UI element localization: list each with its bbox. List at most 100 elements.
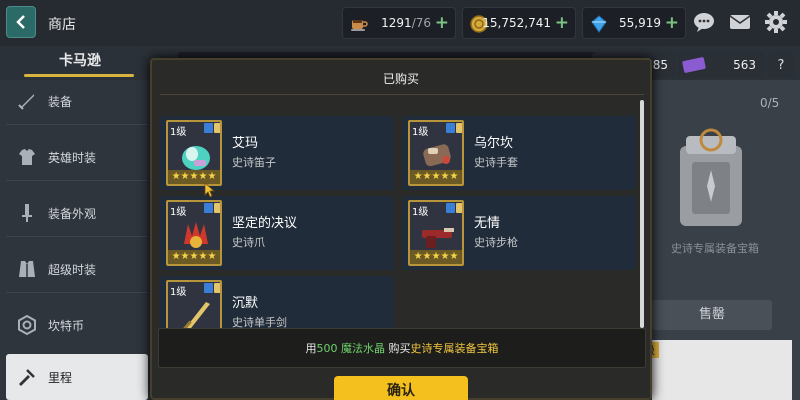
resource-stamina: 1291/76 +	[342, 7, 456, 39]
item-stars: ★★★★★	[410, 250, 462, 264]
right-pill-2: 563	[678, 52, 764, 78]
add-gold-button[interactable]: +	[555, 13, 569, 33]
item-card[interactable]: 1级 ★★★★★ 艾玛 史诗笛子	[160, 116, 394, 190]
stamina-value: 1291	[381, 16, 412, 30]
item-thumbnail: 1级 ★★★★★	[166, 120, 222, 186]
sidebar-item-equipment-skin[interactable]: 装备外观	[6, 194, 148, 232]
chest-count: 0/5	[760, 96, 780, 110]
bookmark-icon	[446, 123, 455, 133]
resource-gold: 15,752,741 +	[462, 7, 576, 39]
item-name: 坚定的决议	[232, 216, 298, 231]
sidebar-item-label: 里程	[48, 370, 73, 385]
gear-icon	[765, 11, 787, 33]
chat-button[interactable]	[690, 8, 718, 36]
item-card[interactable]: 1级 ★★★★★ 无情 史诗步枪	[402, 196, 636, 270]
gem-value: 55,919	[619, 16, 661, 30]
tag-icon	[214, 123, 220, 133]
sidebar-divider	[6, 236, 148, 237]
tag-icon	[214, 203, 220, 213]
mail-button[interactable]	[726, 8, 754, 36]
sidebar-divider	[6, 292, 148, 293]
hero-tab-underline	[24, 74, 134, 77]
sidebar-item-super-costume[interactable]: 超级时装	[6, 250, 148, 288]
item-thumbnail: 1级 ★★★★★	[408, 200, 464, 266]
sidebar-item-hero-costume[interactable]: 英雄时装	[6, 138, 148, 176]
item-type: 史诗手套	[474, 156, 518, 169]
mail-icon	[729, 15, 751, 29]
item-stars: ★★★★★	[410, 170, 462, 184]
modal-divider	[160, 94, 644, 95]
tag-icon	[456, 203, 462, 213]
costume-icon	[14, 144, 40, 170]
sidebar-item-mileage[interactable]: 里程	[6, 354, 148, 400]
sidebar-item-label: 超级时装	[48, 262, 97, 277]
gem-icon	[591, 15, 607, 33]
sidebar-item-equipment[interactable]: 装备	[6, 82, 148, 120]
top-bar: 商店 1291/76 + 15,752,741 + 55,919 +	[0, 0, 800, 46]
question-icon: ?	[777, 57, 785, 73]
item-name: 艾玛	[232, 136, 259, 151]
confirm-button[interactable]: 确认	[334, 376, 468, 400]
scrollbar[interactable]	[640, 100, 644, 328]
mouse-cursor-icon	[204, 182, 216, 198]
coffee-cup-icon	[351, 20, 368, 31]
item-stars: ★★★★★	[168, 250, 220, 264]
super-costume-icon	[14, 256, 40, 282]
right-bottom-card	[652, 340, 792, 400]
item-type: 史诗爪	[232, 236, 265, 249]
item-card[interactable]: 1级 ★★★★★ 坚定的决议 史诗爪	[160, 196, 394, 270]
sidebar-divider	[6, 180, 148, 181]
item-name: 沉默	[232, 296, 259, 311]
item-type: 史诗步枪	[474, 236, 518, 249]
modal-title: 已购买	[382, 72, 419, 86]
settings-button[interactable]	[762, 8, 790, 36]
sword-art-icon	[183, 302, 210, 328]
footer-target: 史诗专属装备宝箱	[410, 342, 499, 355]
add-stamina-button[interactable]: +	[435, 13, 449, 33]
bookmark-icon	[204, 283, 213, 293]
sidebar-item-label: 坎特币	[48, 318, 85, 333]
sidebar-item-kante-coin[interactable]: 坎特币	[6, 306, 148, 344]
gold-value: 15,752,741	[482, 16, 551, 30]
gauntlet-art-icon	[423, 144, 451, 167]
sword-icon	[14, 88, 40, 114]
sidebar-item-label: 装备外观	[48, 206, 97, 221]
sidebar: 装备 英雄时装 装备外观 超级时装 坎特币 里程	[0, 80, 150, 400]
footer-prefix: 用	[305, 342, 317, 355]
sidebar-item-label: 英雄时装	[48, 150, 97, 165]
item-card[interactable]: 1级 ★★★★★ 沉默 史诗单手剑	[160, 276, 394, 328]
bookmark-icon	[204, 123, 213, 133]
stamina-max: /76	[411, 16, 431, 30]
chevron-left-icon	[16, 15, 25, 29]
sold-out-button[interactable]: 售罄	[652, 300, 772, 330]
ticket-icon	[682, 57, 706, 73]
sword-skin-icon	[14, 200, 40, 226]
right-pill-2-value: 563	[733, 58, 756, 72]
coin-hexagon-icon	[14, 312, 40, 338]
hero-name-tab[interactable]: 卡马逊	[28, 50, 132, 70]
footer-middle: 购买	[388, 342, 411, 355]
sidebar-divider	[6, 124, 148, 125]
footer-currency: 魔法水晶	[341, 342, 385, 355]
purchase-info-bar: 用500 魔法水晶 购买史诗专属装备宝箱	[158, 328, 646, 368]
claw-art-icon	[184, 222, 208, 248]
purchased-modal: 已购买 1级 ★★★★★ 艾玛 史诗笛子 1级 ★★★★★ 乌尔坎 史诗手套 1…	[150, 58, 652, 400]
chat-bubble-icon	[694, 13, 714, 32]
back-button[interactable]	[6, 6, 36, 38]
right-pill-1-value: 85	[652, 58, 668, 72]
footer-amount: 500	[316, 342, 338, 355]
tag-icon	[456, 123, 462, 133]
chest-icon	[680, 128, 742, 226]
bookmark-icon	[446, 203, 455, 213]
chest-label: 史诗专属装备宝箱	[671, 242, 759, 255]
item-thumbnail: 1级 ★★★★★	[166, 280, 222, 328]
item-type: 史诗单手剑	[232, 316, 287, 328]
tag-icon	[214, 283, 220, 293]
item-card[interactable]: 1级 ★★★★★ 乌尔坎 史诗手套	[402, 116, 636, 190]
item-thumbnail: 1级 ★★★★★	[166, 200, 222, 266]
add-gems-button[interactable]: +	[665, 13, 679, 33]
bookmark-icon	[204, 203, 213, 213]
help-button[interactable]: ?	[768, 52, 794, 78]
flute-art-icon	[182, 146, 210, 170]
resource-gems: 55,919 +	[582, 7, 686, 39]
